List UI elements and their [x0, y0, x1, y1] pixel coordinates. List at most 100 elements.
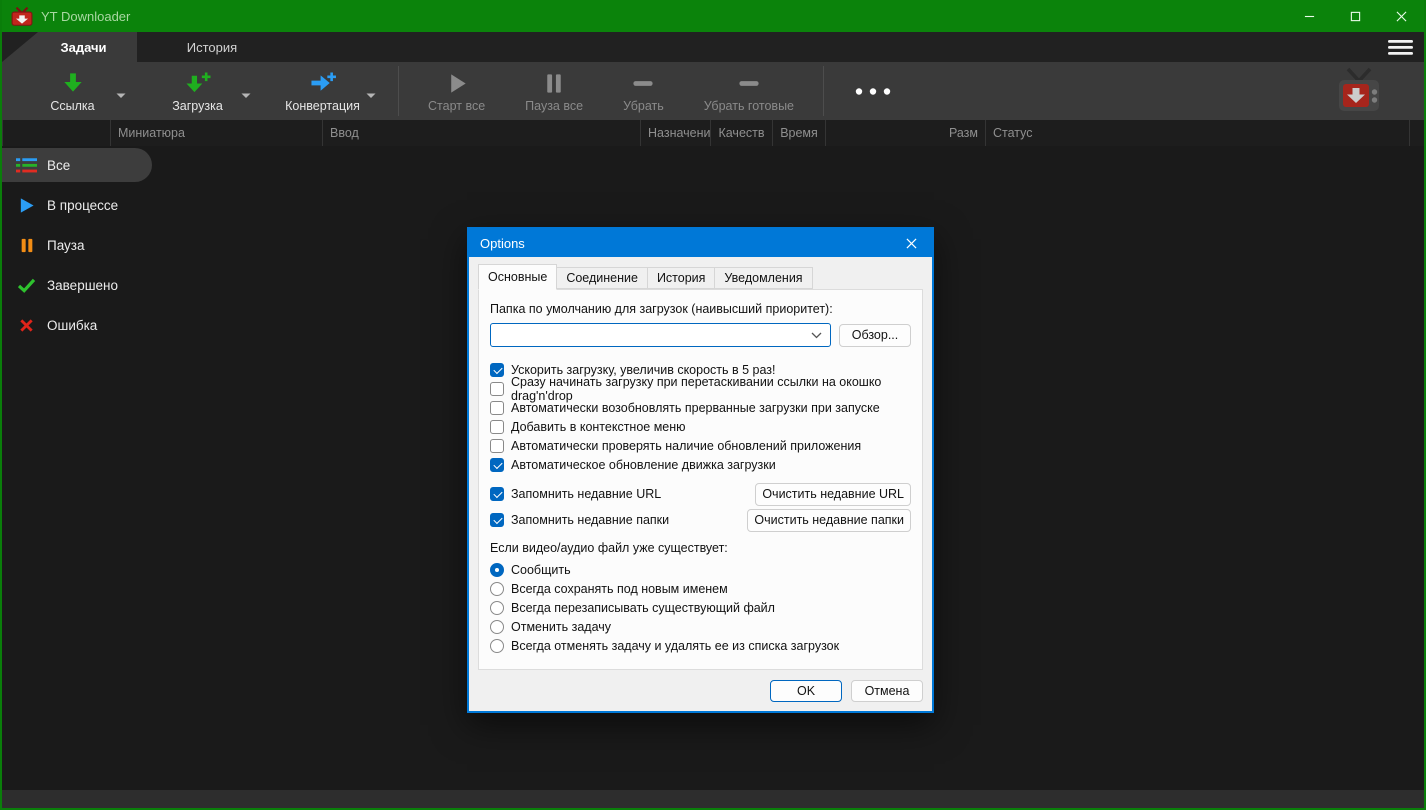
- radio-button[interactable]: [490, 563, 504, 577]
- minimize-button[interactable]: [1286, 0, 1332, 32]
- toolbar-button[interactable]: Загрузка: [139, 62, 256, 120]
- toolbar: Ссылка Загрузка Конвертация Старт все Па…: [2, 62, 1424, 120]
- sidebar-item[interactable]: Завершено: [2, 268, 172, 302]
- checkbox-label: Запомнить недавние URL: [511, 487, 661, 501]
- checkbox-row[interactable]: Автоматически проверять наличие обновлен…: [490, 439, 911, 453]
- sidebar-item-label: В процессе: [47, 198, 118, 213]
- radio-button[interactable]: [490, 582, 504, 596]
- checkbox[interactable]: [490, 487, 504, 501]
- toolbar-button-label: Ссылка: [50, 99, 94, 113]
- column-header-label: Разм: [949, 126, 978, 140]
- column-header[interactable]: [2, 120, 110, 146]
- radio-label: Всегда перезаписывать существующий файл: [511, 601, 775, 615]
- play-icon: [444, 70, 470, 97]
- checkbox-label: Добавить в контекстное меню: [511, 420, 686, 434]
- recent-row: Запомнить недавние URL Очистить недавние…: [490, 483, 911, 505]
- sidebar-item-label: Завершено: [47, 278, 118, 293]
- column-header[interactable]: Миниатюра: [110, 120, 322, 146]
- radio-row[interactable]: Всегда перезаписывать существующий файл: [490, 601, 911, 615]
- browse-button[interactable]: Обзор...: [839, 324, 911, 347]
- checkbox-row[interactable]: Автоматическое обновление движка загрузк…: [490, 458, 911, 472]
- checkbox[interactable]: [490, 420, 504, 434]
- toolbar-button[interactable]: [833, 62, 913, 120]
- column-header[interactable]: Назначение: [640, 120, 710, 146]
- radio-button[interactable]: [490, 601, 504, 615]
- toolbar-button[interactable]: Конвертация: [264, 62, 381, 120]
- checkbox[interactable]: [490, 401, 504, 415]
- default-folder-row: Обзор...: [490, 323, 911, 347]
- column-header[interactable]: Статус: [985, 120, 1409, 146]
- options-checkbox-group: Ускорить загрузку, увеличив скорость в 5…: [490, 363, 911, 472]
- checkbox-row[interactable]: Автоматически возобновлять прерванные за…: [490, 401, 911, 415]
- dialog-tab[interactable]: Уведомления: [714, 267, 812, 289]
- close-button[interactable]: [1378, 0, 1424, 32]
- checkbox-row[interactable]: Добавить в контекстное меню: [490, 420, 911, 434]
- dialog-close-button[interactable]: [890, 229, 932, 257]
- radio-row[interactable]: Всегда сохранять под новым именем: [490, 582, 911, 596]
- maximize-button[interactable]: [1332, 0, 1378, 32]
- clear-recent-button[interactable]: Очистить недавние папки: [747, 509, 911, 532]
- column-header[interactable]: Разм: [825, 120, 985, 146]
- filter-sidebar: Все В процессе Пауза Завершено Ошибка: [2, 146, 172, 790]
- toolbar-button[interactable]: Пауза все: [505, 62, 603, 120]
- sidebar-item[interactable]: В процессе: [2, 188, 172, 222]
- checkbox[interactable]: [490, 363, 504, 377]
- column-header[interactable]: [1409, 120, 1424, 146]
- main-tab[interactable]: История: [137, 32, 287, 62]
- main-tab[interactable]: Задачи: [2, 32, 137, 62]
- column-header-label: Ввод: [330, 126, 359, 140]
- chevron-down-icon[interactable]: [116, 86, 126, 104]
- checkbox[interactable]: [490, 382, 504, 396]
- toolbar-button[interactable]: Ссылка: [14, 62, 131, 120]
- menu-button[interactable]: [1376, 32, 1424, 62]
- sidebar-item[interactable]: Ошибка: [2, 308, 172, 342]
- chevron-down-icon[interactable]: [241, 86, 251, 104]
- dialog-footer: OK Отмена: [478, 670, 923, 711]
- dialog-tab-label: Уведомления: [724, 271, 802, 285]
- sidebar-item-label: Ошибка: [47, 318, 97, 333]
- toolbar-button-label: Убрать готовые: [704, 99, 794, 113]
- toolbar-button-label: Убрать: [623, 99, 664, 113]
- dialog-tab[interactable]: Соединение: [556, 267, 648, 289]
- column-header-label: Назначение: [648, 126, 710, 140]
- radio-button[interactable]: [490, 620, 504, 634]
- checkbox[interactable]: [490, 513, 504, 527]
- checkbox[interactable]: [490, 458, 504, 472]
- clear-recent-button[interactable]: Очистить недавние URL: [755, 483, 911, 506]
- checkbox-row[interactable]: Сразу начинать загрузку при перетаскиван…: [490, 382, 911, 396]
- sidebar-item[interactable]: Пауза: [2, 228, 172, 262]
- main-tab-label: История: [187, 40, 237, 55]
- pause-icon: [541, 70, 567, 97]
- main-tab-label: Задачи: [60, 40, 106, 55]
- ok-button[interactable]: OK: [770, 680, 842, 702]
- x-red-icon: [16, 316, 37, 334]
- radio-button[interactable]: [490, 639, 504, 653]
- cancel-button[interactable]: Отмена: [851, 680, 923, 702]
- combobox-chevron-icon[interactable]: [811, 332, 822, 339]
- dialog-tab[interactable]: История: [647, 267, 715, 289]
- toolbar-button[interactable]: Убрать готовые: [684, 62, 814, 120]
- radio-row[interactable]: Отменить задачу: [490, 620, 911, 634]
- sidebar-item[interactable]: Все: [2, 148, 152, 182]
- checkbox[interactable]: [490, 439, 504, 453]
- recent-row: Запомнить недавние папки Очистить недавн…: [490, 509, 911, 531]
- toolbar-button[interactable]: Убрать: [603, 62, 684, 120]
- column-header[interactable]: Ввод: [322, 120, 640, 146]
- radio-label: Отменить задачу: [511, 620, 611, 634]
- dialog-tab[interactable]: Основные: [478, 264, 557, 290]
- default-folder-combobox[interactable]: [490, 323, 831, 347]
- chevron-down-icon[interactable]: [366, 86, 376, 104]
- toolbar-button[interactable]: Старт все: [408, 62, 505, 120]
- radio-row[interactable]: Сообщить: [490, 563, 911, 577]
- checkbox-label: Автоматическое обновление движка загрузк…: [511, 458, 776, 472]
- toolbar-button-label: Загрузка: [172, 99, 223, 113]
- column-header-label: Качеств: [718, 126, 764, 140]
- column-header-label: Статус: [993, 126, 1033, 140]
- dialog-tab-label: Соединение: [566, 271, 638, 285]
- sidebar-item-label: Все: [47, 158, 70, 173]
- radio-row[interactable]: Всегда отменять задачу и удалять ее из с…: [490, 639, 911, 653]
- column-header[interactable]: Время: [772, 120, 825, 146]
- column-header[interactable]: Качеств: [710, 120, 772, 146]
- minus-icon: [736, 70, 762, 97]
- options-dialog: Options Основные Соединение История Увед…: [467, 227, 934, 713]
